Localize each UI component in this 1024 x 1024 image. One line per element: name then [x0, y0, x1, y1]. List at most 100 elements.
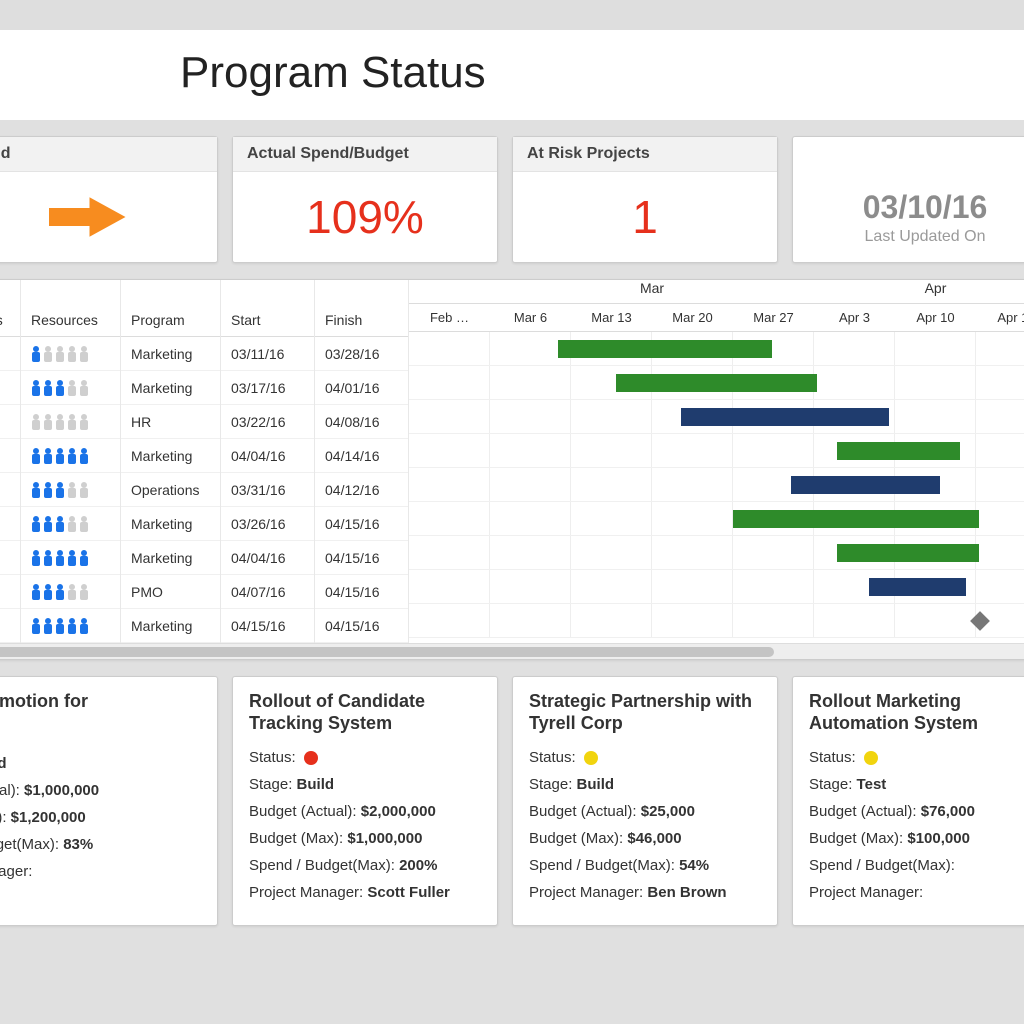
table-cell[interactable]	[21, 575, 120, 609]
column-header[interactable]: Resources	[21, 304, 120, 337]
table-cell[interactable]: 03/17/16	[221, 371, 314, 405]
table-cell[interactable]: 03/31/16	[221, 473, 314, 507]
project-field: Budget (Actual): $76,000	[809, 798, 1024, 825]
gantt-bar[interactable]	[837, 544, 980, 562]
kpi-row: Trend Actual Spend/Budget 109% At Risk P…	[0, 120, 1024, 263]
table-cell[interactable]: 04/15/16	[315, 507, 408, 541]
project-field: Stage: Build	[249, 771, 481, 798]
table-cell[interactable]	[21, 439, 120, 473]
column-header[interactable]: Program	[121, 304, 220, 337]
gantt-bar[interactable]	[791, 476, 940, 494]
kpi-updated[interactable]: x 03/10/16 Last Updated On	[792, 136, 1024, 263]
gantt-bar[interactable]	[837, 442, 960, 460]
table-cell[interactable]: 04/15/16	[315, 609, 408, 643]
project-field: Build	[0, 750, 201, 777]
project-field: Budget (Actual): $2,000,000	[249, 798, 481, 825]
gantt-row[interactable]	[409, 502, 1024, 536]
kpi-risk[interactable]: At Risk Projects 1	[512, 136, 778, 263]
table-cell[interactable]	[0, 371, 20, 405]
table-cell[interactable]: Marketing	[121, 541, 220, 575]
kpi-spend[interactable]: Actual Spend/Budget 109%	[232, 136, 498, 263]
week-header[interactable]: Apr 17	[976, 304, 1024, 331]
gantt-bar[interactable]	[616, 374, 817, 392]
table-cell[interactable]: Operations	[121, 473, 220, 507]
project-card[interactable]: Strategic Partnership with Tyrell CorpSt…	[512, 676, 778, 926]
resource-icons	[31, 482, 89, 498]
table-cell[interactable]	[0, 507, 20, 541]
project-field: Max): $1,200,000	[0, 804, 201, 831]
gantt-row[interactable]	[409, 604, 1024, 638]
table-cell[interactable]: Marketing	[121, 609, 220, 643]
week-header[interactable]: Apr 3	[814, 304, 895, 331]
table-cell[interactable]: Marketing	[121, 507, 220, 541]
gantt-row[interactable]	[409, 570, 1024, 604]
table-cell[interactable]	[21, 337, 120, 371]
table-cell[interactable]: Marketing	[121, 439, 220, 473]
table-cell[interactable]: 03/28/16	[315, 337, 408, 371]
table-cell[interactable]: PMO	[121, 575, 220, 609]
table-cell[interactable]: 04/08/16	[315, 405, 408, 439]
resource-icons	[31, 550, 89, 566]
gantt-chart[interactable]: MarAprFeb …Mar 6Mar 13Mar 20Mar 27Apr 3A…	[409, 280, 1024, 643]
table-cell[interactable]	[21, 371, 120, 405]
week-header[interactable]: Apr 10	[895, 304, 976, 331]
project-field: Budget (Max): $100,000	[809, 825, 1024, 852]
table-cell[interactable]	[0, 575, 20, 609]
status-dot-icon	[864, 751, 878, 765]
gantt-bar[interactable]	[558, 340, 772, 358]
column-header[interactable]: Finish	[315, 304, 408, 337]
week-header[interactable]: Mar 13	[571, 304, 652, 331]
column-header[interactable]: Status	[0, 304, 20, 337]
table-cell[interactable]	[0, 473, 20, 507]
table-cell[interactable]	[21, 609, 120, 643]
week-header[interactable]: Mar 20	[652, 304, 733, 331]
table-cell[interactable]: 03/11/16	[221, 337, 314, 371]
table-cell[interactable]	[21, 507, 120, 541]
gantt-row[interactable]	[409, 400, 1024, 434]
table-cell[interactable]: 04/15/16	[221, 609, 314, 643]
table-cell[interactable]: 04/12/16	[315, 473, 408, 507]
kpi-trend[interactable]: Trend	[0, 136, 218, 263]
table-cell[interactable]: 04/04/16	[221, 439, 314, 473]
table-cell[interactable]: 03/22/16	[221, 405, 314, 439]
table-cell[interactable]: 04/14/16	[315, 439, 408, 473]
week-header[interactable]: Mar 27	[733, 304, 814, 331]
table-cell[interactable]: Marketing	[121, 371, 220, 405]
gantt-row[interactable]	[409, 536, 1024, 570]
table-cell[interactable]: 03/26/16	[221, 507, 314, 541]
table-cell[interactable]	[21, 405, 120, 439]
column-header[interactable]: Start	[221, 304, 314, 337]
table-cell[interactable]	[21, 473, 120, 507]
week-header[interactable]: Mar 6	[490, 304, 571, 331]
table-cell[interactable]: 04/15/16	[315, 541, 408, 575]
project-field: Manager:	[0, 858, 201, 885]
resource-icons	[31, 516, 89, 532]
gantt-row[interactable]	[409, 366, 1024, 400]
project-card[interactable]: Rollout Marketing Automation SystemStatu…	[792, 676, 1024, 926]
table-cell[interactable]: 04/15/16	[315, 575, 408, 609]
resource-icons	[31, 584, 89, 600]
table-cell[interactable]: 04/01/16	[315, 371, 408, 405]
table-cell[interactable]	[0, 609, 20, 643]
project-card[interactable]: Rollout of Candidate Tracking SystemStat…	[232, 676, 498, 926]
table-cell[interactable]: HR	[121, 405, 220, 439]
project-card[interactable]: Promotion forBuildActual): $1,000,000Max…	[0, 676, 218, 926]
table-cell[interactable]: Marketing	[121, 337, 220, 371]
table-cell[interactable]	[0, 439, 20, 473]
horizontal-scrollbar[interactable]	[0, 643, 1024, 659]
gantt-bar[interactable]	[733, 510, 979, 528]
kpi-risk-label: At Risk Projects	[513, 137, 777, 172]
table-cell[interactable]: 04/07/16	[221, 575, 314, 609]
gantt-row[interactable]	[409, 332, 1024, 366]
gantt-row[interactable]	[409, 468, 1024, 502]
table-cell[interactable]: 04/04/16	[221, 541, 314, 575]
table-cell[interactable]	[21, 541, 120, 575]
gantt-bar[interactable]	[681, 408, 888, 426]
table-cell[interactable]	[0, 541, 20, 575]
gantt-bar[interactable]	[869, 578, 966, 596]
project-field: Status:	[809, 744, 1024, 771]
table-cell[interactable]	[0, 405, 20, 439]
gantt-row[interactable]	[409, 434, 1024, 468]
week-header[interactable]: Feb …	[409, 304, 490, 331]
table-cell[interactable]	[0, 337, 20, 371]
